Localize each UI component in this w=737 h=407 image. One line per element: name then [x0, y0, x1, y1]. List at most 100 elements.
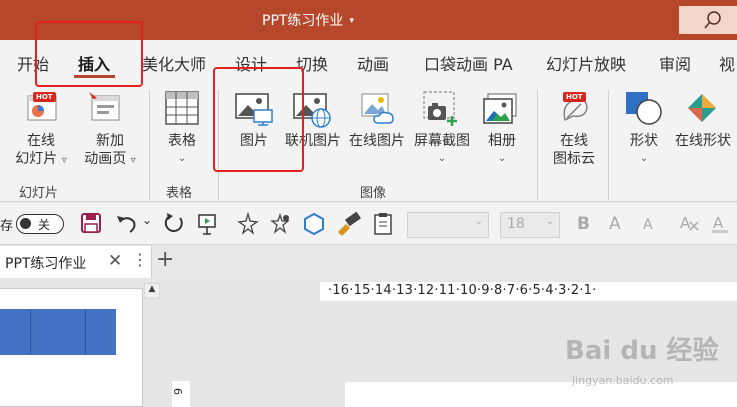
tab-slideshow[interactable]: 幻灯片放映	[546, 51, 626, 75]
group-separator	[537, 90, 538, 200]
ruler-tick: 6	[171, 388, 184, 395]
screenshot-icon	[422, 90, 460, 130]
group-separator	[149, 90, 150, 200]
online-slides-label-2: 幻灯片	[15, 151, 58, 167]
online-icons-button[interactable]: 在线 图标云	[544, 132, 604, 168]
undo-dropdown-icon[interactable]: ⌄	[142, 213, 152, 227]
document-tab-title: PPT练习作业	[5, 256, 87, 272]
increase-font-button[interactable]: A	[609, 214, 621, 234]
tab-view[interactable]: 视	[719, 51, 735, 75]
highlight-picture-button	[213, 67, 304, 172]
document-tab-bar: PPT练习作业 ✕ ⋮ +	[0, 246, 737, 278]
autosave-toggle[interactable]: 关	[16, 214, 64, 234]
table-label: 表格	[168, 133, 196, 149]
cloud-picture-icon	[360, 92, 396, 130]
font-size-value: 18	[507, 216, 525, 232]
online-picture-button[interactable]: 在线图片	[346, 132, 408, 150]
favorite-star-icon[interactable]	[268, 212, 292, 240]
magic-wand-icon[interactable]	[236, 211, 260, 240]
toggle-knob	[20, 218, 31, 229]
watermark: Bai du 经验 jingyan.baidu.com	[565, 330, 719, 387]
close-icon[interactable]: ✕	[108, 251, 122, 271]
toggle-state-label: 关	[38, 218, 51, 232]
chevron-down-icon: ⌄	[545, 216, 554, 227]
more-options-icon[interactable]: ⋮	[132, 250, 148, 269]
group-label-table: 表格	[166, 186, 193, 201]
online-slides-dropdown-icon: ▿	[61, 155, 67, 166]
screenshot-label: 屏幕截图	[414, 133, 470, 149]
document-title: PPT练习作业	[262, 13, 344, 29]
hot-badge: HOT	[33, 92, 56, 102]
thumbnail-table-shape	[0, 309, 116, 355]
photo-album-dropdown-icon: ⌄	[497, 153, 507, 164]
new-animation-page-dropdown-icon: ▿	[130, 155, 136, 166]
table-icon	[164, 90, 200, 130]
scroll-up-button[interactable]: ▲	[144, 283, 160, 299]
redo-icon[interactable]	[162, 212, 186, 240]
new-animation-page-icon	[88, 90, 122, 126]
title-dropdown-icon: ▾	[349, 16, 354, 26]
thumbnail-table-divider	[30, 309, 31, 355]
online-picture-label: 在线图片	[349, 133, 405, 149]
online-icons-label-1: 在线	[560, 133, 588, 149]
undo-icon[interactable]	[114, 212, 138, 240]
ribbon-insert: HOT 在线 幻灯片 ▿ 新加 动画页 ▿ 幻灯片 表格 ⌄ 表格 图片 联机图…	[0, 82, 737, 202]
shapes-button[interactable]: 形状 ⌄	[622, 132, 666, 168]
hexagon-shape-icon[interactable]	[302, 212, 326, 240]
photo-album-button[interactable]: 相册 ⌄	[480, 132, 524, 168]
document-title-menu[interactable]: PPT练习作业 ▾	[262, 10, 354, 30]
paste-icon[interactable]	[372, 212, 394, 240]
tab-review[interactable]: 审阅	[659, 51, 691, 75]
vertical-ruler: 6	[171, 381, 190, 407]
new-animation-page-label-2: 动画页	[84, 151, 127, 167]
group-label-slides: 幻灯片	[19, 186, 59, 201]
slide-thumbnail-pane: ▲	[0, 278, 165, 407]
add-tab-button[interactable]: +	[156, 247, 174, 272]
new-animation-page-button[interactable]: 新加 动画页 ▿	[78, 132, 142, 170]
watermark-logo: Bai du 经验	[565, 336, 719, 366]
table-dropdown-icon: ⌄	[177, 153, 187, 164]
save-icon[interactable]	[80, 212, 102, 238]
screenshot-button[interactable]: 屏幕截图 ⌄	[410, 132, 474, 168]
slide-thumbnail[interactable]	[0, 288, 143, 407]
shapes-icon	[624, 90, 664, 130]
bold-button[interactable]: B	[577, 214, 590, 234]
chevron-down-icon: ⌄	[474, 216, 483, 227]
online-slides-button[interactable]: 在线 幻灯片 ▿	[11, 132, 71, 170]
font-color-icon[interactable]: A	[710, 212, 732, 238]
search-icon	[704, 11, 721, 29]
ruler-ticks: ·16·15·14·13·12·11·10·9·8·7·6·5·4·3·2·1·	[328, 283, 597, 298]
photo-album-label: 相册	[488, 133, 516, 149]
tab-pocket-animation[interactable]: 口袋动画 PA	[424, 51, 513, 75]
clear-format-icon[interactable]: A	[678, 212, 700, 238]
table-button[interactable]: 表格 ⌄	[160, 132, 204, 168]
shapes-label: 形状	[630, 133, 658, 149]
svg-text:A: A	[713, 214, 724, 232]
document-tab[interactable]: PPT练习作业 ✕ ⋮	[0, 246, 152, 278]
online-shapes-label: 在线形状	[675, 133, 731, 149]
photo-album-icon	[482, 92, 520, 130]
svg-text:A: A	[680, 214, 691, 232]
font-size-select[interactable]: 18 ⌄	[500, 212, 560, 238]
decrease-font-button[interactable]: A	[643, 217, 653, 233]
font-name-select[interactable]: ⌄	[407, 212, 489, 238]
shapes-dropdown-icon: ⌄	[639, 153, 649, 164]
online-slides-label-1: 在线	[27, 133, 55, 149]
thumbnail-table-divider	[85, 309, 86, 355]
slide-canvas[interactable]	[345, 382, 737, 407]
present-from-start-icon[interactable]	[196, 212, 220, 240]
online-shapes-button[interactable]: 在线形状	[670, 132, 736, 150]
horizontal-ruler: ·16·15·14·13·12·11·10·9·8·7·6·5·4·3·2·1·	[320, 282, 737, 301]
autosave-label: 存	[0, 219, 14, 234]
tab-animations[interactable]: 动画	[357, 51, 389, 75]
online-shapes-icon	[686, 92, 722, 130]
watermark-url: jingyan.baidu.com	[572, 374, 674, 387]
online-icons-label-2: 图标云	[553, 151, 595, 167]
group-separator	[608, 90, 609, 200]
search-button[interactable]	[679, 6, 737, 34]
group-label-images: 图像	[360, 186, 387, 201]
quick-access-toolbar: 存 关 ⌄ ⌄ 18 ⌄ B A A A A	[0, 203, 737, 245]
hot-badge: HOT	[563, 92, 586, 102]
format-painter-icon[interactable]	[336, 211, 362, 240]
tab-beautify-master[interactable]: 美化大师	[142, 51, 206, 75]
